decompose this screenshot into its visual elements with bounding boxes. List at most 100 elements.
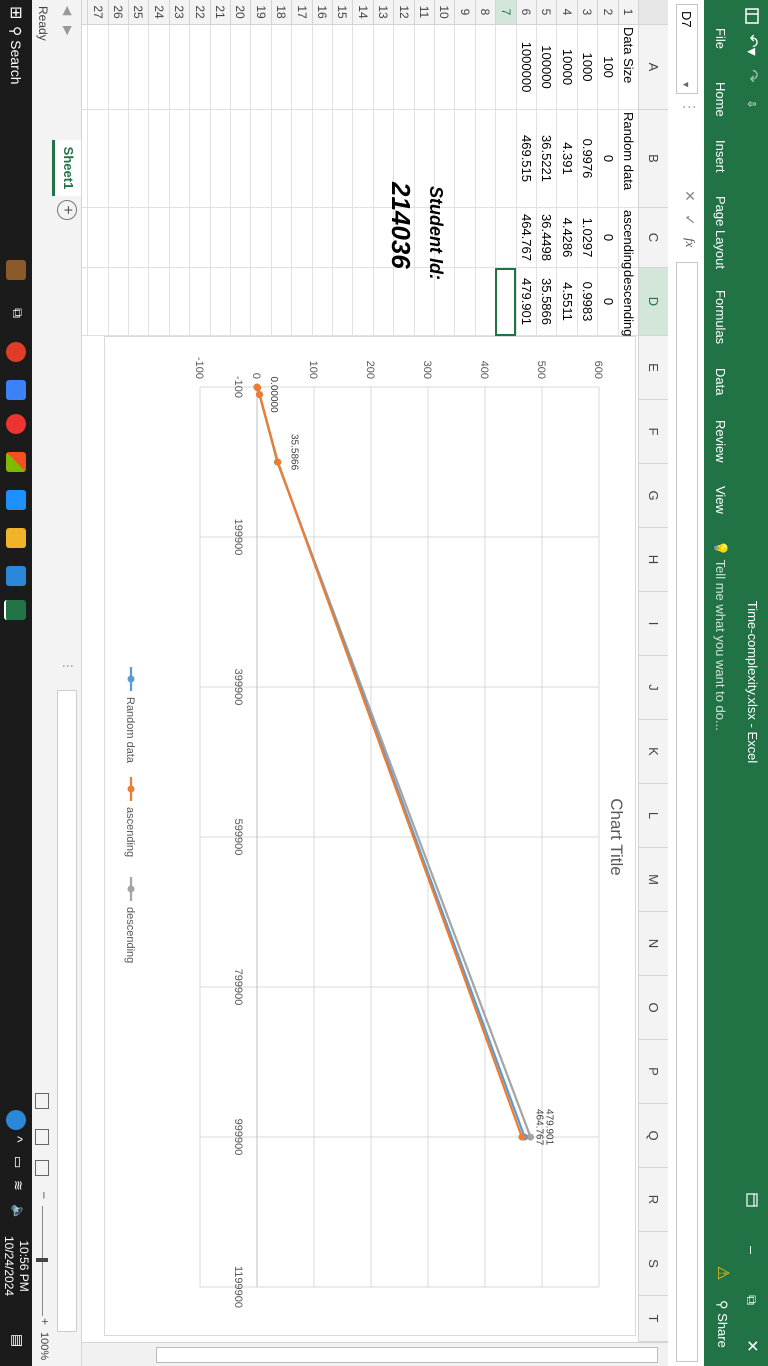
row-header-7[interactable]: 7 bbox=[495, 0, 516, 25]
cell-d8[interactable] bbox=[474, 268, 496, 336]
column-header-f[interactable]: F bbox=[638, 400, 668, 464]
cell-a20[interactable] bbox=[230, 25, 251, 110]
row-header-16[interactable]: 16 bbox=[311, 0, 332, 25]
cell-a6[interactable]: 1000000 bbox=[515, 25, 536, 110]
cell-a16[interactable] bbox=[311, 25, 332, 110]
cell-a17[interactable] bbox=[291, 25, 312, 110]
row-header-17[interactable]: 17 bbox=[291, 0, 312, 25]
cell-d26[interactable] bbox=[107, 268, 128, 336]
column-header-n[interactable]: N bbox=[638, 912, 668, 976]
cell-a26[interactable] bbox=[107, 25, 128, 110]
cell-b5[interactable]: 36.5221 bbox=[536, 110, 557, 208]
cell-d16[interactable] bbox=[311, 268, 332, 336]
cell-d5[interactable]: 35.5866 bbox=[536, 268, 557, 336]
formula-input[interactable] bbox=[676, 262, 698, 1362]
cell-c22[interactable] bbox=[189, 208, 210, 268]
cell-a15[interactable] bbox=[332, 25, 353, 110]
cell-a22[interactable] bbox=[189, 25, 210, 110]
cell-a13[interactable] bbox=[372, 25, 394, 110]
close-button[interactable]: ✕ bbox=[736, 1326, 768, 1366]
app-icon-2[interactable] bbox=[6, 566, 26, 586]
cell-b3[interactable]: 0.9976 bbox=[576, 110, 598, 208]
zoom-out-button[interactable]: – bbox=[38, 1192, 52, 1199]
insert-function-icon[interactable]: fx bbox=[682, 238, 698, 247]
cell-d19[interactable] bbox=[250, 268, 271, 336]
battery-icon[interactable]: ▭ bbox=[10, 1156, 26, 1168]
cell-b7[interactable] bbox=[495, 110, 516, 208]
minimize-button[interactable]: – bbox=[736, 1230, 768, 1270]
vertical-scrollbar[interactable] bbox=[82, 1342, 668, 1366]
cell-b20[interactable] bbox=[230, 110, 251, 208]
more-options-icon[interactable]: ⋮ bbox=[681, 100, 698, 114]
redo-button[interactable]: ↷ bbox=[740, 66, 764, 86]
cell-c17[interactable] bbox=[291, 208, 312, 268]
cell-d22[interactable] bbox=[189, 268, 210, 336]
cell-c18[interactable] bbox=[270, 208, 292, 268]
zoom-slider-thumb[interactable] bbox=[36, 1258, 48, 1262]
cell-a21[interactable] bbox=[209, 25, 230, 110]
row-header-19[interactable]: 19 bbox=[250, 0, 271, 25]
header-cell-c[interactable]: ascending bbox=[617, 208, 638, 269]
split-handle-icon[interactable]: ⋮ bbox=[61, 660, 75, 672]
column-header-e[interactable]: E bbox=[638, 336, 668, 400]
column-header-g[interactable]: G bbox=[638, 464, 668, 528]
widget-weather-icon[interactable] bbox=[6, 260, 26, 280]
cell-b9[interactable] bbox=[454, 110, 475, 208]
cell-d18[interactable] bbox=[270, 268, 292, 336]
tell-me-search[interactable]: 💡 Tell me what you want to do... bbox=[708, 540, 732, 731]
cell-b15[interactable] bbox=[332, 110, 353, 208]
column-header-b[interactable]: B bbox=[638, 110, 668, 208]
cell-c26[interactable] bbox=[107, 208, 128, 268]
tab-page-layout[interactable]: Page Layout bbox=[708, 196, 732, 269]
cell-a18[interactable] bbox=[270, 25, 292, 110]
cell-b4[interactable]: 4.391 bbox=[556, 110, 577, 208]
legend-label[interactable]: descending bbox=[124, 907, 136, 963]
row-header-20[interactable]: 20 bbox=[230, 0, 251, 25]
data-point[interactable] bbox=[256, 391, 264, 399]
chart-title[interactable]: Chart Title bbox=[607, 798, 626, 875]
row-header-4[interactable]: 4 bbox=[556, 0, 577, 25]
cell-d12[interactable] bbox=[393, 268, 414, 336]
cell-d9[interactable] bbox=[454, 268, 475, 336]
cell-d25[interactable] bbox=[128, 268, 149, 336]
row-header-21[interactable]: 21 bbox=[209, 0, 230, 25]
row-header-6[interactable]: 6 bbox=[515, 0, 536, 25]
cell-a25[interactable] bbox=[128, 25, 149, 110]
cell-a19[interactable] bbox=[250, 25, 271, 110]
row-header-3[interactable]: 3 bbox=[576, 0, 598, 25]
row-header-5[interactable]: 5 bbox=[536, 0, 557, 25]
select-all-corner[interactable] bbox=[638, 0, 668, 25]
cell-c4[interactable]: 4.4286 bbox=[556, 208, 577, 268]
cell-d6[interactable]: 479.901 bbox=[515, 268, 536, 336]
column-header-p[interactable]: P bbox=[638, 1040, 668, 1104]
wifi-icon[interactable]: ≋ bbox=[10, 1180, 26, 1191]
chevron-down-icon[interactable]: ▼ bbox=[675, 80, 697, 89]
app-icon-1[interactable] bbox=[6, 380, 26, 400]
cell-a12[interactable] bbox=[393, 25, 414, 110]
tab-home[interactable]: Home bbox=[708, 82, 732, 117]
clock[interactable]: 10:56 PM 10/24/2024 bbox=[1, 1236, 31, 1296]
cell-b24[interactable] bbox=[148, 110, 169, 208]
cell-a11[interactable] bbox=[413, 25, 434, 110]
cell-c24[interactable] bbox=[148, 208, 169, 268]
volume-icon[interactable]: 🔈 bbox=[10, 1204, 26, 1220]
cell-c2[interactable]: 0 bbox=[597, 208, 618, 268]
row-header-13[interactable]: 13 bbox=[372, 0, 394, 25]
row-header-15[interactable]: 15 bbox=[332, 0, 353, 25]
row-header-26[interactable]: 26 bbox=[107, 0, 128, 25]
tab-view[interactable]: View bbox=[708, 486, 732, 514]
taskbar-search[interactable]: ⚲ Search bbox=[7, 26, 24, 85]
cell-d14[interactable] bbox=[352, 268, 373, 336]
scroll-sheets-right-icon[interactable]: ▶ bbox=[61, 26, 75, 35]
chevron-up-icon[interactable]: ^ bbox=[10, 1136, 26, 1143]
worksheet-grid[interactable]: ABCDEFGHIJKLMNOPQRST 1 2 3 4 5 6 7 8 9 10 11 12 13 14… bbox=[52, 0, 668, 1366]
cell-b23[interactable] bbox=[168, 110, 190, 208]
column-header-h[interactable]: H bbox=[638, 528, 668, 592]
ribbon-display-options-button[interactable] bbox=[736, 1180, 768, 1220]
cell-d20[interactable] bbox=[230, 268, 251, 336]
cell-a8[interactable] bbox=[474, 25, 496, 110]
column-header-q[interactable]: Q bbox=[638, 1104, 668, 1168]
name-box[interactable]: D7 ▼ bbox=[676, 4, 698, 94]
excel-app-icon[interactable] bbox=[740, 6, 764, 26]
cell-d21[interactable] bbox=[209, 268, 230, 336]
